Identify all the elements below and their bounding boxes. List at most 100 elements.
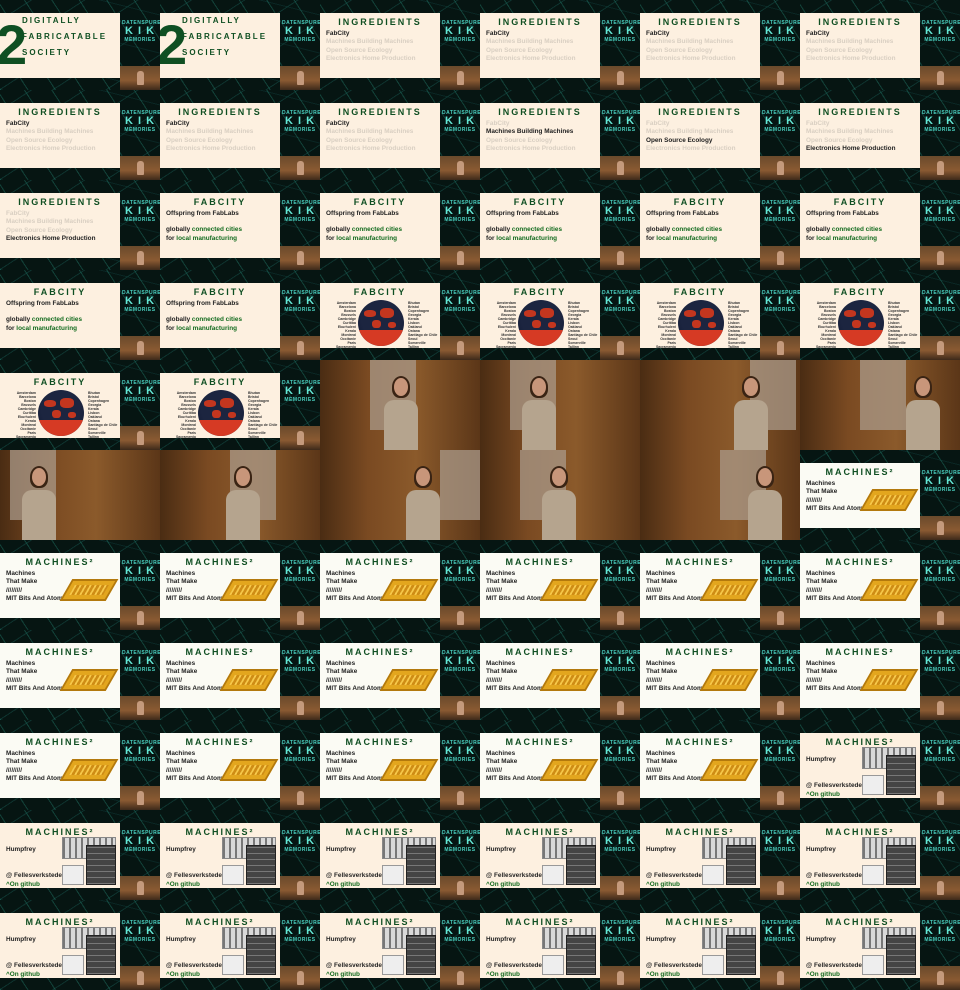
speaker-figure — [224, 466, 262, 540]
conference-logo: DATENSPURENK I KMEMORIES — [602, 560, 640, 590]
map-landmass — [212, 410, 221, 418]
slide-text: globally — [486, 226, 512, 234]
ingredient-item: Machines Building Machines — [486, 128, 574, 136]
software-screenshots — [62, 927, 116, 975]
conference-logo: DATENSPURENK I KMEMORIES — [602, 110, 640, 140]
city-name: Tallinn — [408, 345, 420, 348]
world-map-globe — [198, 390, 244, 436]
conference-logo: DATENSPURENK I KMEMORIES — [442, 650, 480, 680]
video-frame: FABCITY Offspring from FabLabs globally co… — [640, 180, 800, 270]
cover-number: 2 — [160, 13, 188, 76]
slide-highlight: connected cities — [671, 226, 722, 234]
city-name: Tallinn — [88, 435, 100, 438]
ingredient-item: FabCity — [646, 120, 670, 127]
video-frame: MACHINES² Humpfrey @ Fellesverkstedet ^On g… — [640, 900, 800, 990]
speaker-head — [236, 468, 250, 486]
presentation-slide: FABCITY Amsterdam Barcelona Boston Brussels C… — [640, 283, 760, 348]
world-map-globe — [38, 390, 84, 436]
presentation-slide: INGREDIENTS FabCity Machines Building Mach… — [480, 103, 600, 168]
slide-highlight: local manufacturing — [176, 324, 238, 332]
slide-heading: INGREDIENTS — [18, 107, 102, 117]
video-frame: MACHINES² Humpfrey @ Fellesverkstedet ^On g… — [160, 810, 320, 900]
video-frame: FABCITY Amsterdam Barcelona Boston Brussels C… — [800, 270, 960, 360]
city-name: Sacramento — [335, 345, 356, 348]
ingredient-item: Electronics Home Production — [326, 144, 416, 152]
speaker-body — [522, 400, 556, 450]
slide-line: globally connected cities — [6, 316, 114, 324]
map-landmass — [540, 308, 554, 318]
video-frame: MACHINES² Humpfrey @ Fellesverkstedet ^On g… — [800, 810, 960, 900]
ingredient-item: Electronics Home Production — [486, 144, 576, 152]
speaker-pip-video — [280, 156, 320, 180]
screenshot — [86, 845, 116, 885]
slide-text: globally — [806, 226, 832, 234]
slide-heading: FABCITY — [193, 287, 247, 297]
slide-heading: MACHINES² — [665, 647, 735, 657]
video-frame — [800, 360, 960, 450]
presentation-slide: INGREDIENTS FabCity Machines Building Mach… — [0, 193, 120, 258]
presentation-slide: MACHINES² Machines That Make/////////MIT B… — [160, 733, 280, 798]
speaker-photo — [320, 360, 480, 450]
logo-kik-text: K I K — [124, 295, 156, 307]
conference-logo: DATENSPURENK I KMEMORIES — [762, 110, 800, 140]
speaker-body — [748, 490, 782, 540]
slide-line: for local manufacturing — [166, 235, 274, 243]
logo-bottom-text: MEMORIES — [124, 307, 156, 313]
logo-bottom-text: MEMORIES — [604, 667, 636, 673]
presentation-slide: MACHINES² Humpfrey @ Fellesverkstedet ^On g… — [640, 823, 760, 888]
logo-kik-text: K I K — [284, 655, 316, 667]
video-frame: FABCITY Amsterdam Barcelona Boston Brussels C… — [320, 270, 480, 360]
slide-highlight: connected cities — [351, 226, 402, 234]
logo-bottom-text: MEMORIES — [284, 577, 316, 583]
logo-kik-text: K I K — [124, 385, 156, 397]
speaker-photo — [800, 360, 960, 450]
video-frame — [640, 450, 800, 540]
screenshot — [886, 755, 916, 795]
world-map-globe — [358, 300, 404, 346]
presentation-slide: MACHINES² Humpfrey @ Fellesverkstedet ^On g… — [0, 913, 120, 978]
city-list-right: Bhutan Bristol Copenhagen Georgia Kerala Lisb… — [888, 301, 920, 348]
ingredient-item: Machines Building Machines — [166, 128, 254, 136]
video-frame: FABCITY Offspring from FabLabs globally co… — [160, 270, 320, 360]
conference-logo: DATENSPURENK I KMEMORIES — [282, 830, 320, 860]
conference-logo: DATENSPURENK I KMEMORIES — [282, 920, 320, 950]
presentation-slide: MACHINES² Machines That Make/////////MIT B… — [480, 733, 600, 798]
ingredient-item: Machines Building Machines — [646, 128, 734, 136]
presentation-slide: INGREDIENTS FabCity Machines Building Mach… — [160, 103, 280, 168]
speaker-pip-video — [280, 426, 320, 450]
cover-line: SOCIETY — [22, 48, 72, 57]
slide-heading: INGREDIENTS — [498, 17, 582, 27]
slide-highlight: connected cities — [191, 316, 242, 324]
logo-bottom-text: MEMORIES — [604, 937, 636, 943]
slide-line: Machines — [486, 570, 516, 577]
slide-heading: MACHINES² — [825, 647, 895, 657]
ingredient-item: Open Source Ecology — [486, 46, 553, 54]
software-screenshots — [862, 837, 916, 885]
logo-kik-text: K I K — [284, 565, 316, 577]
presentation-slide: INGREDIENTS FabCity Machines Building Mach… — [320, 103, 440, 168]
ingredient-item: FabCity — [486, 30, 510, 37]
slide-heading: MACHINES² — [505, 917, 575, 927]
slide-line: Machines — [646, 570, 676, 577]
logo-kik-text: K I K — [124, 115, 156, 127]
frame-grid: 2DIGITALLYFABRICATABLESOCIETYDATENSPUREN… — [0, 0, 960, 990]
conference-logo: DATENSPURENK I KMEMORIES — [122, 830, 160, 860]
video-frame: MACHINES² Humpfrey @ Fellesverkstedet ^On g… — [480, 810, 640, 900]
video-frame: FABCITY Amsterdam Barcelona Boston Brussels C… — [160, 360, 320, 450]
ingredient-item: Open Source Ecology — [646, 136, 713, 144]
slide-line: Machines — [646, 750, 676, 757]
slide-heading: MACHINES² — [665, 557, 735, 567]
video-frame: FABCITY Offspring from FabLabs globally co… — [480, 180, 640, 270]
software-screenshots — [862, 747, 916, 795]
video-frame: MACHINES² Humpfrey @ Fellesverkstedet ^On g… — [320, 810, 480, 900]
speaker-pip-video — [440, 876, 480, 900]
logo-bottom-text: MEMORIES — [444, 847, 476, 853]
slide-line: Machines — [6, 660, 36, 667]
speaker-body — [906, 400, 940, 450]
logo-kik-text: K I K — [924, 475, 956, 487]
map-landmass — [44, 400, 56, 407]
presentation-slide: FABCITY Amsterdam Barcelona Boston Brussels C… — [320, 283, 440, 348]
presentation-slide: INGREDIENTS FabCity Machines Building Mach… — [0, 103, 120, 168]
map-landmass — [868, 322, 876, 328]
